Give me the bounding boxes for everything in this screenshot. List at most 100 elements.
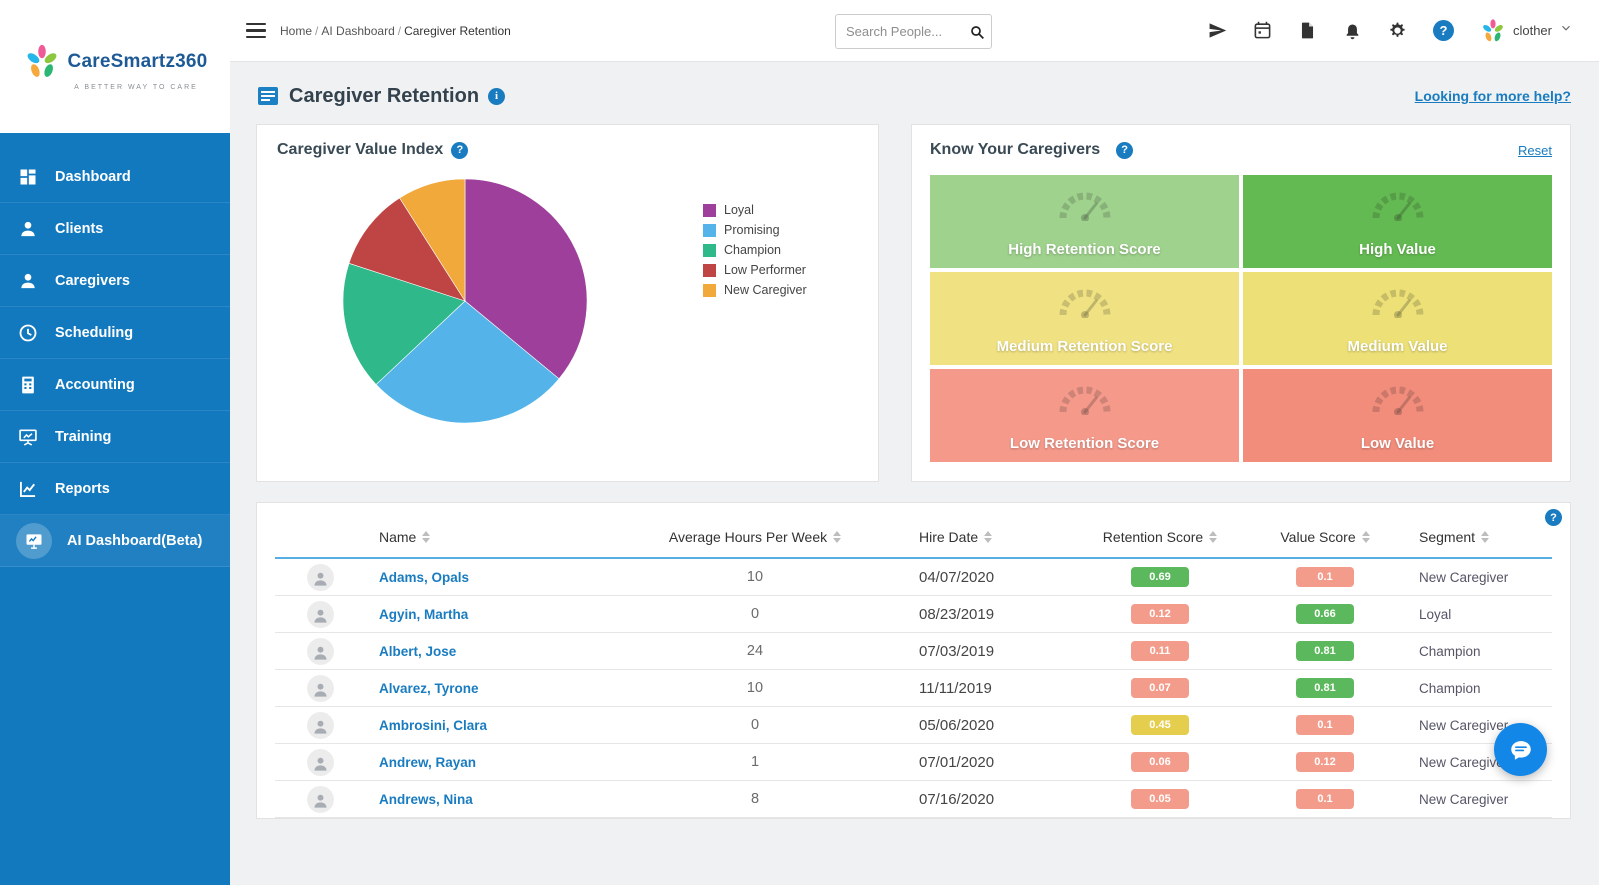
caregiver-name-link[interactable]: Albert, Jose: [379, 644, 456, 659]
chat-widget-button[interactable]: [1494, 723, 1547, 776]
caregiver-name-link[interactable]: Agyin, Martha: [379, 607, 468, 622]
retention-score-cell: 0.69: [1075, 567, 1245, 587]
user-name: clother: [1513, 23, 1552, 38]
gauge-icon: [1368, 187, 1428, 226]
column-header-value-score[interactable]: Value Score: [1245, 529, 1405, 545]
search-input[interactable]: [836, 24, 963, 39]
settings-icon[interactable]: [1388, 21, 1407, 40]
legend-item: Loyal: [703, 203, 807, 217]
score-badge: 0.69: [1131, 567, 1189, 587]
hire-date-cell: 11/11/2019: [905, 680, 1075, 697]
matrix-help-icon[interactable]: ?: [1116, 142, 1133, 159]
dashboard-icon: [16, 165, 40, 189]
reset-link[interactable]: Reset: [1518, 143, 1552, 158]
help-icon[interactable]: ?: [1433, 20, 1454, 41]
table-row: Albert, Jose2407/03/20190.110.81Champion: [275, 633, 1552, 670]
matrix-cell-low-retention-score[interactable]: Low Retention Score: [930, 369, 1239, 462]
hours-cell: 0: [605, 717, 905, 733]
sidebar-item-caregivers[interactable]: Caregivers: [0, 255, 230, 307]
legend-label: Promising: [724, 223, 780, 237]
announcements-icon[interactable]: [1208, 21, 1227, 40]
score-badge: 0.05: [1131, 789, 1189, 809]
page-icon: [256, 84, 280, 108]
gauge-icon: [1055, 381, 1115, 420]
legend-item: Champion: [703, 243, 807, 257]
hours-cell: 1: [605, 754, 905, 770]
column-header-hire-date[interactable]: Hire Date: [905, 529, 1075, 545]
notes-icon[interactable]: [1298, 21, 1317, 40]
sidebar-item-label: Scheduling: [55, 325, 133, 341]
breadcrumb-item[interactable]: AI Dashboard: [321, 24, 394, 38]
matrix-cell-high-value[interactable]: High Value: [1243, 175, 1552, 268]
column-header-segment[interactable]: Segment: [1405, 529, 1552, 545]
matrix-cell-low-value[interactable]: Low Value: [1243, 369, 1552, 462]
caregiver-name-link[interactable]: Ambrosini, Clara: [379, 718, 487, 733]
score-badge: 0.81: [1296, 641, 1354, 661]
sort-icon: [833, 531, 841, 543]
training-icon: [16, 425, 40, 449]
notifications-icon[interactable]: [1343, 21, 1362, 40]
brand-tagline: A BETTER WAY TO CARE: [74, 84, 198, 91]
caregiver-name-link[interactable]: Alvarez, Tyrone: [379, 681, 479, 696]
score-badge: 0.1: [1296, 567, 1354, 587]
value-score-cell: 0.12: [1245, 752, 1405, 772]
value-index-help-icon[interactable]: ?: [451, 142, 468, 159]
sidebar-item-dashboard[interactable]: Dashboard: [0, 151, 230, 203]
score-badge: 0.81: [1296, 678, 1354, 698]
segment-cell: Champion: [1405, 644, 1552, 659]
hire-date-cell: 04/07/2020: [905, 569, 1075, 586]
sidebar-item-reports[interactable]: Reports: [0, 463, 230, 515]
column-header-name[interactable]: Name: [365, 529, 605, 545]
hire-date-cell: 07/03/2019: [905, 643, 1075, 660]
hire-date-cell: 07/16/2020: [905, 791, 1075, 808]
sidebar-item-training[interactable]: Training: [0, 411, 230, 463]
table-row: Alvarez, Tyrone1011/11/20190.070.81Champ…: [275, 670, 1552, 707]
caregiver-name-link[interactable]: Andrews, Nina: [379, 792, 473, 807]
sidebar-item-label: Reports: [55, 481, 110, 497]
legend-label: New Caregiver: [724, 283, 807, 297]
sidebar-item-label: Clients: [55, 221, 103, 237]
legend-label: Low Performer: [724, 263, 806, 277]
menu-toggle-icon[interactable]: [246, 23, 266, 39]
calendar-icon[interactable]: [1253, 21, 1272, 40]
info-icon[interactable]: i: [488, 88, 505, 105]
sort-icon: [1362, 531, 1370, 543]
scheduling-icon: [16, 321, 40, 345]
legend-swatch: [703, 224, 716, 237]
panels-row: Caregiver Value Index ? LoyalPromisingCh…: [256, 124, 1571, 482]
sidebar-item-scheduling[interactable]: Scheduling: [0, 307, 230, 359]
score-badge: 0.12: [1296, 752, 1354, 772]
main-content: Caregiver Retention i Looking for more h…: [230, 62, 1599, 885]
legend-item: New Caregiver: [703, 283, 807, 297]
help-link[interactable]: Looking for more help?: [1415, 88, 1571, 104]
table-help-icon[interactable]: ?: [1545, 509, 1562, 526]
score-badge: 0.45: [1131, 715, 1189, 735]
avatar: [307, 675, 334, 702]
legend-swatch: [703, 204, 716, 217]
hours-cell: 0: [605, 606, 905, 622]
caregiver-name-link[interactable]: Adams, Opals: [379, 570, 469, 585]
breadcrumb-item[interactable]: Home: [280, 24, 312, 38]
retention-score-cell: 0.12: [1075, 604, 1245, 624]
legend-label: Loyal: [724, 203, 754, 217]
sidebar-item-clients[interactable]: Clients: [0, 203, 230, 255]
matrix-cell-medium-retention-score[interactable]: Medium Retention Score: [930, 272, 1239, 365]
column-header-average-hours-per-week[interactable]: Average Hours Per Week: [605, 529, 905, 545]
avatar: [307, 749, 334, 776]
sidebar-item-accounting[interactable]: Accounting: [0, 359, 230, 411]
user-menu[interactable]: clother: [1480, 18, 1573, 44]
caregiver-name-link[interactable]: Andrew, Rayan: [379, 755, 476, 770]
table-row: Andrews, Nina807/16/20200.050.1New Careg…: [275, 781, 1552, 818]
search-icon[interactable]: [963, 24, 991, 40]
sidebar-item-label: Accounting: [55, 377, 135, 393]
sidebar-item-ai-dashboard-beta[interactable]: AI Dashboard(Beta): [0, 515, 230, 567]
avatar: [307, 638, 334, 665]
matrix-cell-high-retention-score[interactable]: High Retention Score: [930, 175, 1239, 268]
avatar: [307, 601, 334, 628]
matrix-cell-medium-value[interactable]: Medium Value: [1243, 272, 1552, 365]
brand-logo[interactable]: CareSmartz360 A BETTER WAY TO CARE: [0, 0, 230, 133]
table-row: Ambrosini, Clara005/06/20200.450.1New Ca…: [275, 707, 1552, 744]
user-avatar: [1480, 18, 1506, 44]
hire-date-cell: 05/06/2020: [905, 717, 1075, 734]
column-header-retention-score[interactable]: Retention Score: [1075, 529, 1245, 545]
